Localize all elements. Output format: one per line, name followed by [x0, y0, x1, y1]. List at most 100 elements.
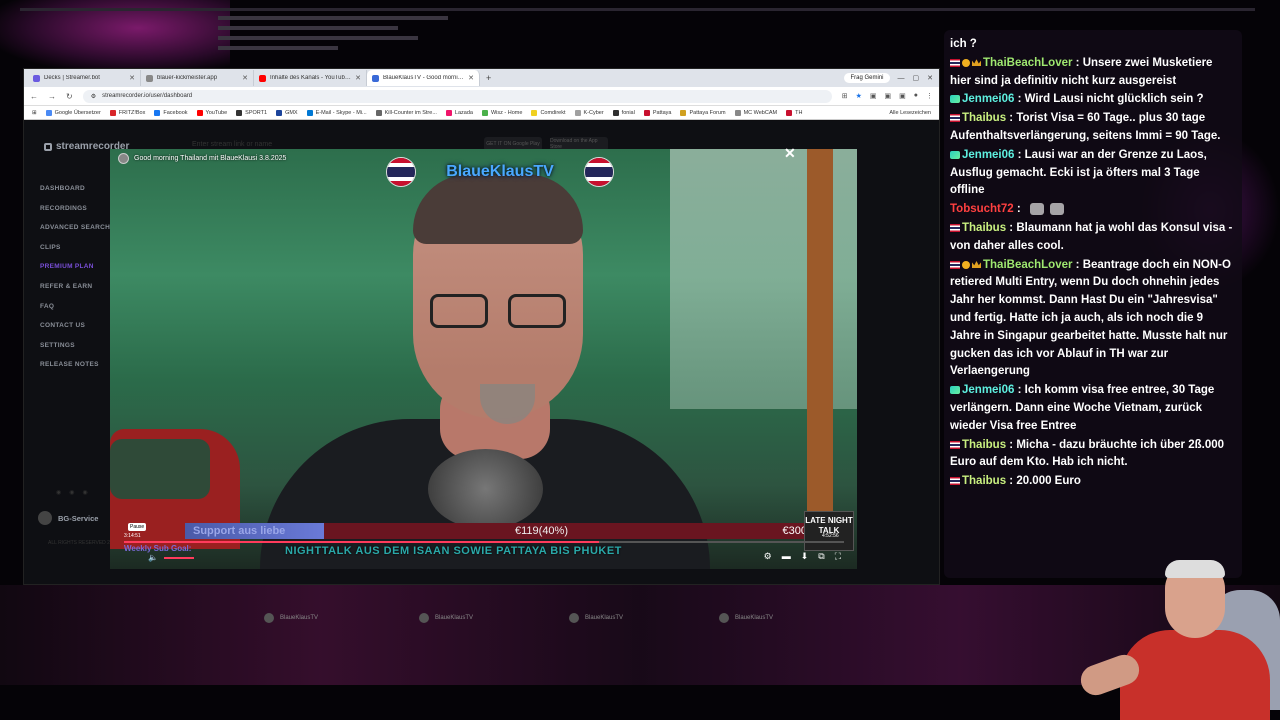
gemini-button[interactable]: Frag Gemini	[844, 73, 890, 83]
browser-window: Decks | Streamer.bot ✕ blauer-kickmeister.…	[23, 68, 940, 623]
minimize-icon[interactable]: —	[898, 75, 905, 82]
chat-message: Jenmei06 : Lausi war an der Grenze zu La…	[950, 147, 1236, 200]
close-tab-icon[interactable]: ✕	[129, 74, 135, 82]
recording-card[interactable]: BlaueKlausTV	[569, 613, 623, 623]
extension-icon[interactable]: ▣	[870, 92, 877, 100]
user-name: BG-Service	[58, 513, 99, 523]
sidebar-item-settings[interactable]: SETTINGS	[40, 340, 120, 360]
close-tab-icon[interactable]: ✕	[355, 74, 361, 82]
bookmark-item[interactable]: Google Übersetzer	[45, 109, 101, 116]
recording-card[interactable]: BlaueKlausTV	[719, 613, 773, 623]
browser-tab[interactable]: Decks | Streamer.bot ✕	[28, 70, 141, 86]
settings-icon[interactable]: ⚙	[764, 551, 772, 562]
bookmark-item[interactable]: K-Cyber	[574, 109, 604, 116]
chat-username[interactable]: ThaiBeachLover	[983, 259, 1072, 271]
volume-slider[interactable]	[163, 556, 194, 559]
extension-icon[interactable]: ▣	[899, 92, 906, 100]
bookmark-item[interactable]: Lazada	[445, 109, 473, 116]
facebook-icon[interactable]: ◉	[83, 489, 88, 496]
bookmark-label: GMX	[285, 109, 298, 116]
avatar	[38, 511, 52, 525]
recording-card[interactable]: BlaueKlausTV	[264, 613, 318, 623]
fullscreen-icon[interactable]: ⛶	[835, 551, 841, 562]
back-icon[interactable]: ←	[30, 92, 38, 101]
recording-channel: BlaueKlausTV	[585, 615, 624, 621]
reload-icon[interactable]: ↻	[66, 92, 73, 101]
channel-avatar[interactable]	[118, 153, 129, 164]
discord-icon[interactable]: ◉	[56, 489, 61, 496]
volume-icon[interactable]: 🔈	[148, 553, 158, 562]
bookmark-label: Google Übersetzer	[54, 109, 101, 116]
sidebar-item-premium-plan[interactable]: PREMIUM PLAN	[40, 261, 120, 281]
pip-icon[interactable]: ⧉	[818, 551, 824, 562]
user-menu[interactable]: BG-Service	[38, 511, 98, 525]
browser-tab[interactable]: Inhalte des Kanals - YouTube Studio ✕	[254, 70, 367, 86]
bookmark-item[interactable]: Comdirekt	[531, 109, 566, 116]
bookmark-item[interactable]: Pattaya Forum	[680, 109, 726, 116]
site-info-icon[interactable]: ⚙	[91, 93, 96, 100]
sidebar-item-recordings[interactable]: RECORDINGS	[40, 203, 120, 223]
volume-control[interactable]: 🔈	[148, 553, 194, 562]
chat-username[interactable]: ThaiBeachLover	[983, 57, 1072, 69]
logo-icon	[44, 142, 52, 151]
video-player[interactable]: Good morning Thailand mit BlaueKlausi 3.…	[110, 149, 857, 569]
seek-bar[interactable]	[124, 541, 844, 543]
chat-text: :	[1013, 203, 1024, 216]
bookmark-item[interactable]: SPORT1	[236, 109, 267, 116]
close-video-icon[interactable]: ✕	[784, 145, 796, 162]
close-tab-icon[interactable]: ✕	[242, 74, 248, 82]
chat-username[interactable]: Thaibus	[962, 475, 1006, 487]
bookmark-item[interactable]: Wisz - Home	[481, 109, 522, 116]
coin-badge-icon	[962, 260, 970, 269]
close-tab-icon[interactable]: ✕	[468, 74, 474, 82]
download-icon[interactable]: ⬇	[801, 551, 809, 562]
apps-icon[interactable]: ⊞	[32, 110, 37, 116]
bookmark-item[interactable]: Facebook	[154, 109, 188, 116]
bookmark-item[interactable]: GMX	[276, 109, 298, 116]
browser-tab[interactable]: BlaueKlausTV - Good morning ✕	[367, 70, 480, 86]
recording-card[interactable]: BlaueKlausTV	[419, 613, 473, 623]
search-input[interactable]: Enter stream link or name	[192, 141, 272, 148]
maximize-icon[interactable]: ▢	[913, 74, 920, 82]
bookmark-item[interactable]: E-Mail - Skype - Mi...	[306, 109, 367, 116]
sidebar-item-contact-us[interactable]: CONTACT US	[40, 320, 120, 340]
chat-username[interactable]: Tobsucht72	[950, 203, 1014, 215]
bookmark-item[interactable]: Pattaya	[643, 109, 671, 116]
all-bookmarks-button[interactable]: Alle Lesezeichen	[889, 110, 931, 116]
chat-message: Thaibus : Micha - dazu bräuchte ich über…	[950, 437, 1236, 473]
sidebar-item-dashboard[interactable]: DASHBOARD	[40, 183, 120, 203]
chat-username[interactable]: Thaibus	[962, 439, 1006, 451]
sidebar-item-faq[interactable]: FAQ	[40, 301, 120, 321]
bookmark-item[interactable]: fonial	[612, 109, 635, 116]
bookmark-label: TH	[795, 109, 803, 116]
sidebar-item-clips[interactable]: CLIPS	[40, 242, 120, 262]
bookmark-star-icon[interactable]: ★	[856, 92, 862, 100]
url-field[interactable]: ⚙ streamrecorder.io/user/dashboard	[82, 89, 832, 103]
chat-username[interactable]: Jenmei06	[962, 384, 1014, 396]
bookmark-item[interactable]: YouTube	[196, 109, 227, 116]
chat-username[interactable]: Thaibus	[962, 222, 1006, 234]
chat-username[interactable]: Jenmei06	[962, 93, 1014, 105]
theater-icon[interactable]: ▬	[782, 551, 791, 562]
chat-username[interactable]: Jenmei06	[962, 149, 1014, 161]
new-tab-button[interactable]: +	[480, 73, 497, 83]
sidebar-item-advanced-search[interactable]: ADVANCED SEARCH	[40, 222, 120, 242]
menu-icon[interactable]: ⋮	[926, 92, 933, 100]
chat-message: Thaibus : Blaumann hat ja wohl das Konsu…	[950, 220, 1236, 256]
forward-icon[interactable]: →	[48, 92, 56, 101]
bookmark-item[interactable]: FRITZ!Box	[109, 109, 145, 116]
bookmark-item[interactable]: Kill-Counter im Stre...	[375, 109, 437, 116]
translate-icon[interactable]: ⊞	[842, 92, 848, 100]
profile-avatar[interactable]: ●	[914, 92, 918, 100]
bookmark-favicon-icon	[680, 109, 687, 116]
sidebar-item-release-notes[interactable]: RELEASE NOTES	[40, 359, 120, 379]
chat-username[interactable]: Thaibus	[962, 112, 1006, 124]
bookmark-item[interactable]: TH	[786, 109, 803, 116]
bookmark-item[interactable]: MC WebCAM	[734, 109, 777, 116]
close-window-icon[interactable]: ✕	[927, 74, 933, 82]
browser-tab[interactable]: blauer-kickmeister.app ✕	[141, 70, 254, 86]
extension-icon[interactable]: ▣	[885, 92, 892, 100]
twitter-icon[interactable]: ◉	[69, 489, 74, 496]
sidebar-item-refer-earn[interactable]: REFER & EARN	[40, 281, 120, 301]
tab-favicon-icon	[372, 74, 379, 82]
